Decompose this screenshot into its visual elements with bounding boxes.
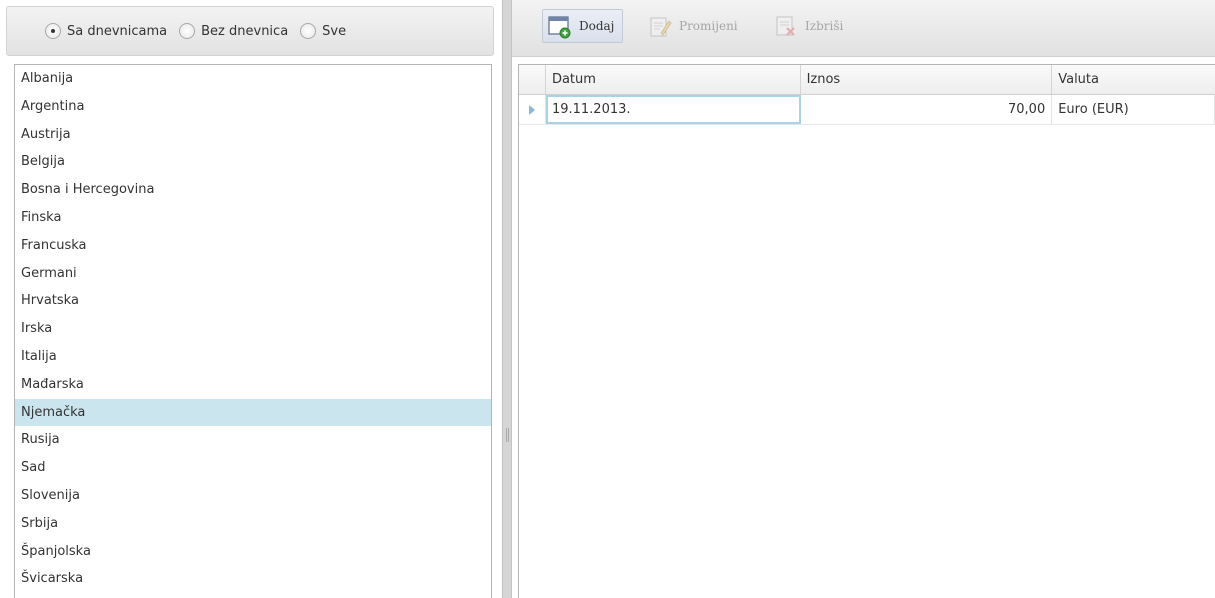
grid-header: Datum Iznos Valuta [519, 65, 1215, 95]
radio-sve[interactable]: Sve [300, 23, 346, 39]
list-item[interactable]: Italija [15, 343, 491, 371]
filter-radio-group: Sa dnevnicama Bez dnevnica Sve [6, 6, 494, 56]
cell-iznos[interactable]: 70,00 [801, 95, 1053, 124]
radio-checked-icon [45, 23, 61, 39]
list-item[interactable]: Švicarska [15, 565, 491, 593]
add-document-icon [547, 13, 573, 39]
list-item[interactable]: Belgija [15, 148, 491, 176]
list-item[interactable]: Irska [15, 315, 491, 343]
delete-button[interactable]: Izbriši [768, 9, 852, 43]
add-button-label: Dodaj [579, 19, 615, 33]
cell-datum[interactable]: 19.11.2013. [545, 95, 801, 124]
radio-label: Bez dnevnica [201, 23, 289, 39]
list-item[interactable]: Mađarska [15, 371, 491, 399]
list-item[interactable]: Srbija [15, 510, 491, 538]
add-button[interactable]: Dodaj [542, 9, 624, 43]
list-item[interactable]: Slovenija [15, 482, 491, 510]
list-item-selected[interactable]: Njemačka [15, 398, 491, 427]
delete-document-icon [773, 13, 799, 39]
data-grid: Datum Iznos Valuta 19.11.2013. 70,00 Eur… [518, 64, 1215, 598]
column-header-iznos[interactable]: Iznos [801, 65, 1053, 94]
list-item[interactable]: Francuska [15, 232, 491, 260]
edit-document-icon [647, 13, 673, 39]
row-indicator-icon[interactable] [519, 95, 546, 124]
country-list[interactable]: Albanija Argentina Austrija Belgija Bosn… [14, 64, 492, 598]
delete-button-label: Izbriši [805, 19, 844, 33]
list-item[interactable]: Rusija [15, 426, 491, 454]
edit-button-label: Promijeni [679, 19, 738, 33]
list-item[interactable]: Argentina [15, 93, 491, 121]
left-pane: Sa dnevnicama Bez dnevnica Sve Albanija … [0, 0, 502, 598]
pane-splitter[interactable] [502, 0, 512, 598]
right-pane: Dodaj Promijeni Izbriši Datum Iznos Valu… [512, 0, 1215, 598]
radio-sa-dnevnicama[interactable]: Sa dnevnicama [45, 23, 167, 39]
list-item[interactable]: Austrija [15, 121, 491, 149]
radio-label: Sa dnevnicama [67, 23, 168, 39]
radio-bez-dnevnica[interactable]: Bez dnevnica [179, 23, 288, 39]
cell-valuta[interactable]: Euro (EUR) [1052, 95, 1215, 124]
list-item[interactable]: Španjolska [15, 538, 491, 566]
column-header-valuta[interactable]: Valuta [1052, 65, 1215, 94]
list-item[interactable]: Germani [15, 260, 491, 288]
column-header-datum[interactable]: Datum [546, 65, 801, 94]
edit-button[interactable]: Promijeni [642, 9, 747, 43]
list-item[interactable]: Hrvatska [15, 287, 491, 315]
radio-unchecked-icon [179, 23, 196, 39]
list-item[interactable]: Finska [15, 204, 491, 232]
radio-label: Sve [322, 23, 347, 39]
list-item[interactable]: Bosna i Hercegovina [15, 176, 491, 204]
radio-unchecked-icon [300, 23, 317, 39]
list-item[interactable]: Sad [15, 454, 491, 482]
toolbar: Dodaj Promijeni Izbriši [512, 0, 1215, 57]
header-indicator-cell [519, 65, 546, 94]
list-item[interactable]: Albanija [15, 65, 491, 93]
table-row[interactable]: 19.11.2013. 70,00 Euro (EUR) [519, 95, 1215, 125]
grip-handle-icon[interactable] [506, 428, 509, 442]
